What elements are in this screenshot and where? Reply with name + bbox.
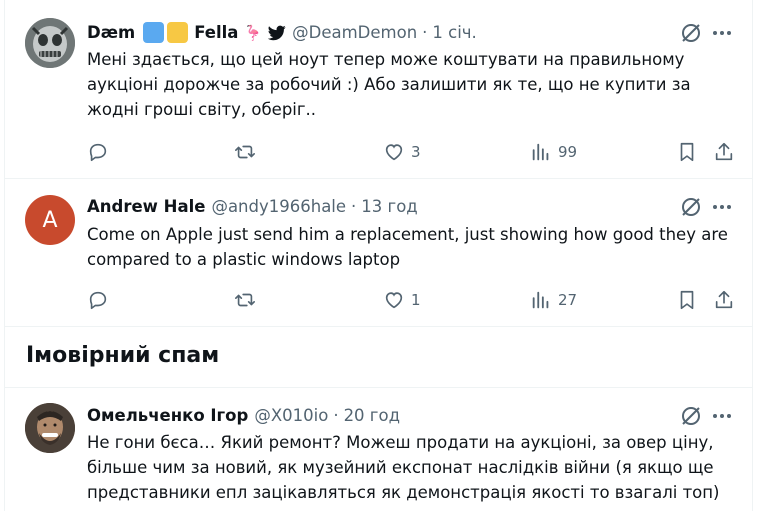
retweet-icon <box>235 293 255 307</box>
like-button[interactable]: 3 <box>383 139 421 165</box>
timestamp[interactable]: 20 год <box>344 406 400 426</box>
avatar[interactable] <box>25 403 75 453</box>
avatar[interactable] <box>25 18 75 68</box>
reply-icon <box>89 143 107 162</box>
views-icon <box>532 291 549 309</box>
yellow-square-emoji <box>167 22 189 43</box>
user-handle[interactable]: @andy1966hale <box>211 197 346 217</box>
display-name[interactable]: Омельченко Ігор <box>87 406 248 426</box>
bookmark-button[interactable] <box>676 139 698 165</box>
reply-button[interactable] <box>87 139 109 165</box>
separator: · <box>422 22 428 42</box>
bookmark-icon <box>680 142 694 162</box>
bookmark-button[interactable] <box>676 287 698 313</box>
section-title-probable-spam: Імовірний спам <box>26 343 220 368</box>
tweet-actions: 1 27 <box>87 287 739 313</box>
timestamp[interactable]: 1 січ. <box>432 23 476 43</box>
like-count: 3 <box>411 143 421 161</box>
share-button[interactable] <box>713 287 735 313</box>
like-count: 1 <box>411 291 421 309</box>
grok-icon[interactable] <box>679 195 703 219</box>
display-name[interactable]: Andrew Hale <box>87 197 205 217</box>
blue-square-emoji <box>143 22 165 43</box>
retweet-button[interactable] <box>234 139 256 165</box>
share-icon <box>715 290 733 309</box>
reply-button[interactable] <box>87 287 109 313</box>
grok-icon[interactable] <box>679 404 703 428</box>
views-count: 99 <box>558 143 578 161</box>
tweet-text: Come on Apple just send him a replacemen… <box>87 225 728 269</box>
tweet-text: Мені здається, що цей ноут тепер може ко… <box>87 50 691 119</box>
more-icon[interactable] <box>710 21 734 45</box>
avatar[interactable]: A <box>25 195 75 245</box>
display-name[interactable]: Dæm <box>87 23 135 43</box>
avatar-letter: A <box>42 207 58 233</box>
like-icon <box>385 144 403 161</box>
views-button[interactable]: 99 <box>530 139 577 165</box>
user-handle[interactable]: @DeamDemon <box>292 23 417 43</box>
share-icon <box>715 142 733 161</box>
grok-icon[interactable] <box>679 21 703 45</box>
reply-icon <box>89 291 107 310</box>
separator: · <box>351 197 357 216</box>
retweet-icon <box>235 145 255 159</box>
timestamp[interactable]: 13 год <box>361 197 417 217</box>
robot-avatar-image <box>25 18 75 68</box>
more-icon[interactable] <box>710 195 734 219</box>
flamingo-emoji: 🦩 <box>243 23 263 42</box>
user-handle[interactable]: @X010io <box>254 406 328 426</box>
verified-bird-icon <box>268 25 286 40</box>
tweet[interactable]: Омельченко Ігор @X010io · 20 год Не гони… <box>5 388 752 511</box>
separator: · <box>333 406 339 425</box>
user-photo-avatar <box>25 403 75 453</box>
tweet-header: Dæm Fella 🦩 @DeamDemon · 1 січ. <box>87 22 477 43</box>
views-icon <box>532 143 549 161</box>
tweet-text: Не гони бєса… Який ремонт? Можеш продати… <box>87 433 720 502</box>
like-icon <box>385 292 403 309</box>
share-button[interactable] <box>713 139 735 165</box>
more-icon[interactable] <box>710 404 734 428</box>
tweet[interactable]: Dæm Fella 🦩 @DeamDemon · 1 січ. Мені зда… <box>5 0 752 179</box>
views-count: 27 <box>558 291 578 309</box>
tweet-header: Andrew Hale @andy1966hale · 13 год <box>87 197 418 217</box>
tweet-actions: 3 99 <box>87 139 739 165</box>
tweet[interactable]: A Andrew Hale @andy1966hale · 13 год Com… <box>5 179 752 327</box>
like-button[interactable]: 1 <box>383 287 421 313</box>
retweet-button[interactable] <box>234 287 256 313</box>
display-name-suffix[interactable]: Fella <box>194 23 238 43</box>
bookmark-icon <box>680 290 694 310</box>
tweet-header: Омельченко Ігор @X010io · 20 год <box>87 406 400 426</box>
views-button[interactable]: 27 <box>530 287 577 313</box>
